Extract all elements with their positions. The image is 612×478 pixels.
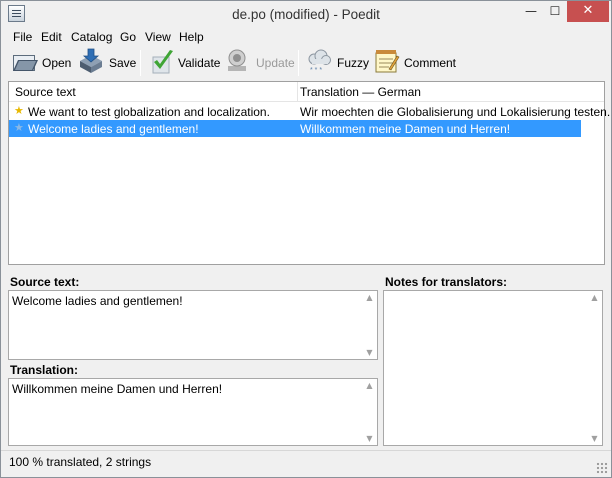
star-icon: ★ [14, 121, 24, 134]
save-icon [80, 48, 102, 73]
comment-label: Comment [404, 56, 457, 70]
translation-text-box[interactable]: Willkommen meine Damen und Herren! ▲ ▼ [8, 378, 378, 446]
row-source-text: Welcome ladies and gentlemen! [28, 122, 199, 136]
save-button[interactable]: Save [77, 46, 137, 79]
scroll-up-arrow[interactable]: ▲ [365, 381, 374, 390]
validate-label: Validate [178, 56, 221, 70]
scroll-down-arrow[interactable]: ▼ [365, 348, 374, 357]
app-window: de.po (modified) - Poedit — ☐ ✕ File Edi… [0, 0, 612, 478]
scroll-up-arrow[interactable]: ▲ [365, 293, 374, 302]
notes-label: Notes for translators: [385, 275, 508, 289]
menu-go[interactable]: Go [120, 30, 136, 44]
open-button[interactable]: Open [9, 46, 71, 79]
maximize-button[interactable]: ☐ [543, 1, 567, 22]
comment-button[interactable]: Comment [372, 46, 456, 79]
menu-catalog[interactable]: Catalog [71, 30, 112, 44]
toolbar-separator [140, 50, 141, 76]
list-row-selected[interactable]: ★ Welcome ladies and gentlemen! Willkomm… [9, 120, 581, 137]
svg-text:* * *: * * * [310, 67, 322, 74]
menu-bar: File Edit Catalog Go View Help [1, 28, 611, 46]
column-header-translation[interactable]: Translation — German [300, 85, 421, 99]
toolbar: Open Save Validate Update * * * Fuzzy Co… [1, 46, 611, 79]
fuzzy-cloud-icon: * * * [308, 49, 331, 74]
star-icon: ★ [14, 104, 24, 117]
update-label: Update [256, 56, 295, 70]
row-translation-text: Wir moechten die Globalisierung und Loka… [300, 105, 611, 119]
row-source-text: We want to test globalization and locali… [28, 105, 270, 119]
folder-open-icon [13, 55, 38, 71]
fuzzy-button[interactable]: * * * Fuzzy [305, 46, 370, 79]
menu-view[interactable]: View [145, 30, 171, 44]
validate-button[interactable]: Validate [147, 46, 221, 79]
list-row[interactable]: ★ We want to test globalization and loca… [9, 103, 610, 120]
translation-list[interactable]: Source text Translation — German ★ We wa… [8, 81, 610, 265]
checkmark-icon [152, 50, 173, 74]
source-text-box[interactable]: Welcome ladies and gentlemen! ▲ ▼ [8, 290, 378, 360]
column-divider[interactable] [297, 82, 298, 101]
save-label: Save [109, 56, 137, 70]
notes-text-box[interactable]: ▲ ▼ [383, 290, 603, 446]
toolbar-separator-2 [298, 50, 299, 76]
close-button[interactable]: ✕ [567, 1, 609, 22]
comment-notepad-icon [375, 50, 400, 73]
menu-file[interactable]: File [13, 30, 32, 44]
column-header-source[interactable]: Source text [15, 85, 76, 99]
open-label: Open [42, 56, 72, 70]
update-button[interactable]: Update [223, 46, 295, 79]
list-header: Source text Translation — German [9, 82, 604, 102]
scroll-down-arrow[interactable]: ▼ [365, 434, 374, 443]
status-bar: 100 % translated, 2 strings [1, 450, 611, 477]
source-text-value: Welcome ladies and gentlemen! [12, 294, 183, 308]
update-icon [228, 49, 246, 71]
translation-label: Translation: [10, 363, 79, 377]
resize-grip[interactable] [596, 462, 608, 474]
status-text: 100 % translated, 2 strings [9, 455, 152, 469]
translation-text-value: Willkommen meine Damen und Herren! [12, 382, 223, 396]
menu-edit[interactable]: Edit [41, 30, 62, 44]
row-translation-text: Willkommen meine Damen und Herren! [300, 122, 511, 136]
minimize-button[interactable]: — [519, 1, 543, 22]
source-text-label: Source text: [10, 275, 80, 289]
title-bar[interactable]: de.po (modified) - Poedit — ☐ ✕ [1, 1, 611, 28]
scroll-down-arrow[interactable]: ▼ [590, 434, 599, 443]
menu-help[interactable]: Help [179, 30, 204, 44]
fuzzy-label: Fuzzy [337, 56, 370, 70]
scroll-up-arrow[interactable]: ▲ [590, 293, 599, 302]
